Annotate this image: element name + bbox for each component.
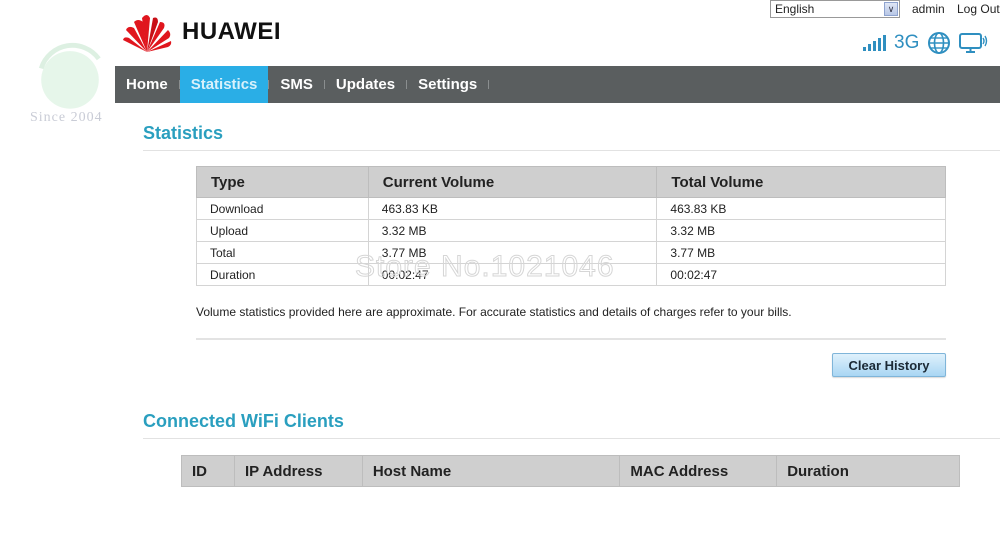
globe-icon[interactable] [927, 31, 951, 55]
cell-total-volume: 3.77 MB [656, 241, 946, 264]
clear-history-button[interactable]: Clear History [832, 353, 946, 377]
nav-item-home[interactable]: Home [115, 66, 179, 103]
table-header-row: Type Current Volume Total Volume [196, 166, 946, 198]
table-row: Download 463.83 KB 463.83 KB [196, 197, 946, 220]
cell-total-volume: 463.83 KB [656, 197, 946, 220]
huawei-logo: HUAWEI [120, 10, 281, 54]
nav-item-sms[interactable]: SMS [269, 66, 324, 103]
cell-current-volume: 3.77 MB [367, 241, 658, 264]
statistics-title: Statistics [143, 123, 224, 143]
section-divider [143, 150, 1000, 151]
column-header-id: ID [181, 455, 235, 487]
table-row: Duration 00:02:47 00:02:47 [196, 263, 946, 286]
cell-total-volume: 3.32 MB [656, 219, 946, 242]
chevron-down-icon[interactable]: ∨ [884, 2, 898, 16]
column-header-total-volume: Total Volume [656, 166, 946, 198]
nav-item-updates[interactable]: Updates [325, 66, 406, 103]
table-row: Total 3.77 MB 3.77 MB [196, 241, 946, 264]
table-header-row: ID IP Address Host Name MAC Address Dura… [181, 455, 960, 487]
language-value: English [775, 2, 815, 16]
column-header-ip-address: IP Address [233, 455, 363, 487]
nav-separator [488, 80, 490, 89]
main-nav: Home Statistics SMS Updates Settings [115, 66, 1000, 103]
watermark-since: Since 2004 [30, 110, 103, 125]
logout-link[interactable]: Log Out [957, 2, 1000, 16]
status-icons: 3G [863, 31, 989, 55]
nav-item-settings[interactable]: Settings [407, 66, 488, 103]
cell-current-volume: 3.32 MB [367, 219, 658, 242]
statistics-table: Type Current Volume Total Volume Downloa… [196, 166, 946, 286]
column-header-current-volume: Current Volume [367, 166, 658, 198]
brand-name: HUAWEI [182, 18, 281, 45]
language-select[interactable]: English ∨ [770, 0, 900, 18]
column-header-type: Type [196, 166, 369, 198]
huawei-flower-icon [123, 15, 172, 52]
column-header-duration: Duration [776, 455, 960, 487]
volume-note: Volume statistics provided here are appr… [196, 305, 792, 319]
cell-type: Total [196, 241, 369, 264]
nav-item-statistics[interactable]: Statistics [179, 66, 269, 103]
section-divider [143, 438, 1000, 439]
section-divider [196, 338, 946, 340]
cell-total-volume: 00:02:47 [656, 263, 946, 286]
user-link[interactable]: admin [912, 2, 945, 16]
signal-icon [863, 35, 886, 51]
cell-current-volume: 463.83 KB [367, 197, 658, 220]
wifi-clients-table: ID IP Address Host Name MAC Address Dura… [181, 455, 960, 487]
cell-type: Duration [196, 263, 369, 286]
cell-type: Upload [196, 219, 369, 242]
network-type: 3G [894, 32, 920, 53]
column-header-host-name: Host Name [361, 455, 621, 487]
table-row: Upload 3.32 MB 3.32 MB [196, 219, 946, 242]
cell-type: Download [196, 197, 369, 220]
display-icon[interactable] [959, 32, 989, 54]
wifi-clients-title: Connected WiFi Clients [143, 411, 344, 431]
column-header-mac-address: MAC Address [619, 455, 778, 487]
cell-current-volume: 00:02:47 [367, 263, 658, 286]
